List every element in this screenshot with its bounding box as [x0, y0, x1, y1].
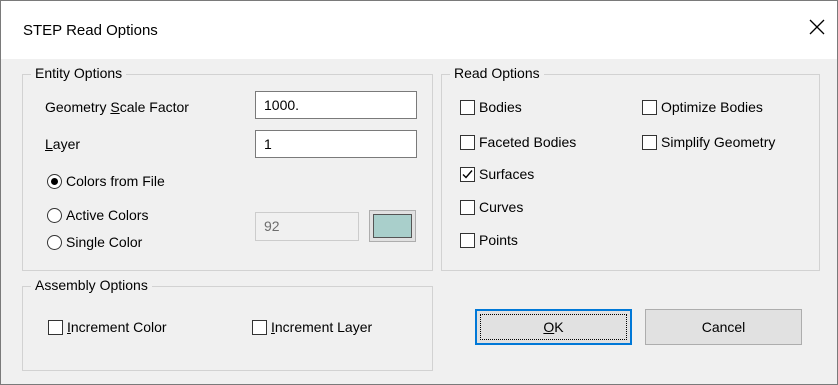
checkbox-bodies[interactable]: Bodies: [460, 97, 522, 117]
checkbox-increment-color-label: Increment Color: [67, 319, 167, 335]
color-swatch-button[interactable]: [369, 210, 416, 242]
geometry-scale-factor-input[interactable]: 1000.: [255, 91, 417, 119]
checkbox-icon: [460, 232, 475, 248]
checkbox-optimize-bodies-label: Optimize Bodies: [661, 99, 763, 115]
radio-single-color[interactable]: Single Color: [47, 232, 142, 252]
checkbox-surfaces-label: Surfaces: [479, 166, 535, 182]
checkbox-simplify-geometry[interactable]: Simplify Geometry: [642, 132, 775, 152]
checkbox-icon: [460, 134, 475, 150]
checkbox-icon: [252, 319, 267, 335]
checkmark-icon: [460, 166, 475, 182]
checkbox-icon: [642, 99, 657, 115]
checkbox-bodies-label: Bodies: [479, 99, 522, 115]
checkbox-faceted-bodies-label: Faceted Bodies: [479, 134, 577, 150]
radio-selected-icon: [47, 173, 62, 189]
checkbox-curves[interactable]: Curves: [460, 197, 523, 217]
checkbox-icon: [642, 134, 657, 150]
radio-single-color-label: Single Color: [66, 234, 143, 250]
color-swatch-fill: [373, 214, 412, 238]
cancel-button-label: Cancel: [701, 319, 746, 335]
radio-active-colors[interactable]: Active Colors: [47, 205, 148, 225]
close-icon[interactable]: [797, 9, 837, 45]
cancel-button[interactable]: Cancel: [645, 309, 802, 345]
checkbox-increment-layer-label: Increment Layer: [271, 319, 373, 335]
radio-colors-from-file-label: Colors from File: [66, 173, 165, 189]
radio-active-colors-label: Active Colors: [66, 207, 149, 223]
checkbox-simplify-geometry-label: Simplify Geometry: [661, 134, 776, 150]
assembly-options-group: Assembly Options Increment Color Increme…: [22, 277, 433, 371]
radio-unselected-icon: [47, 207, 62, 223]
layer-label: Layer: [45, 136, 81, 152]
layer-input[interactable]: 1: [255, 130, 417, 158]
checkbox-points[interactable]: Points: [460, 230, 518, 250]
checkbox-surfaces[interactable]: Surfaces: [460, 164, 534, 184]
checkbox-icon: [460, 199, 475, 215]
checkbox-icon: [460, 99, 475, 115]
read-options-group: Read Options Bodies Faceted Bodies Surfa…: [441, 65, 820, 271]
radio-unselected-icon: [47, 234, 62, 250]
read-options-legend: Read Options: [450, 65, 544, 81]
checkbox-curves-label: Curves: [479, 199, 524, 215]
dialog-window: STEP Read Options Entity Options Geometr…: [0, 0, 838, 385]
assembly-options-legend: Assembly Options: [31, 277, 152, 293]
checkbox-faceted-bodies[interactable]: Faceted Bodies: [460, 132, 576, 152]
entity-options-group: Entity Options Geometry Scale Factor 100…: [22, 65, 433, 271]
checkbox-icon: [48, 319, 63, 335]
radio-colors-from-file[interactable]: Colors from File: [47, 171, 165, 191]
color-number-input: 92: [255, 212, 359, 241]
ok-button[interactable]: OK: [475, 309, 632, 345]
entity-options-legend: Entity Options: [31, 65, 127, 81]
geometry-scale-factor-label: Geometry Scale Factor: [45, 99, 189, 115]
focus-rect: [480, 314, 627, 340]
checkbox-increment-layer[interactable]: Increment Layer: [252, 317, 372, 337]
checkbox-points-label: Points: [479, 232, 518, 248]
title-bar: STEP Read Options: [1, 1, 837, 59]
dialog-title: STEP Read Options: [23, 22, 158, 39]
checkbox-optimize-bodies[interactable]: Optimize Bodies: [642, 97, 763, 117]
checkbox-increment-color[interactable]: Increment Color: [48, 317, 167, 337]
